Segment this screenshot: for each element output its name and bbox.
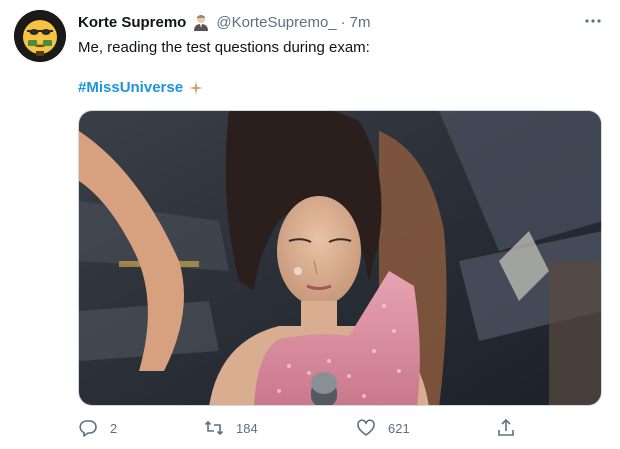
tweet-card[interactable]: Korte Supremo @KorteSupremo_ · 7m Me, re…: [0, 0, 620, 449]
more-horizontal-icon[interactable]: [582, 10, 604, 32]
tweet-text: Me, reading the test questions during ex…: [78, 39, 370, 56]
retweet-button[interactable]: 184: [204, 418, 258, 438]
tweet-timestamp[interactable]: 7m: [350, 14, 371, 31]
reply-count: 2: [110, 420, 118, 436]
author-name[interactable]: Korte Supremo: [78, 14, 186, 31]
like-count: 621: [388, 420, 410, 436]
reply-button[interactable]: 2: [78, 418, 117, 438]
author-avatar[interactable]: [14, 10, 66, 62]
sparkle-icon: [189, 80, 204, 95]
share-button[interactable]: [496, 418, 528, 438]
person-emoji-icon: [192, 13, 210, 31]
tweet-header: Korte Supremo @KorteSupremo_ · 7m: [78, 12, 371, 32]
like-button[interactable]: 621: [356, 418, 410, 438]
hashtag-line: #MissUniverse: [78, 79, 204, 96]
retweet-icon: [204, 418, 224, 438]
tweet-actions: 2 184 621: [78, 418, 528, 442]
reply-icon: [78, 418, 98, 438]
hashtag-link[interactable]: #MissUniverse: [78, 79, 183, 96]
author-handle[interactable]: @KorteSupremo_: [216, 14, 336, 31]
tweet-media-image[interactable]: [78, 110, 602, 406]
separator-dot: ·: [340, 13, 346, 31]
retweet-count: 184: [236, 420, 258, 436]
heart-icon: [356, 418, 376, 438]
share-icon: [496, 418, 516, 438]
